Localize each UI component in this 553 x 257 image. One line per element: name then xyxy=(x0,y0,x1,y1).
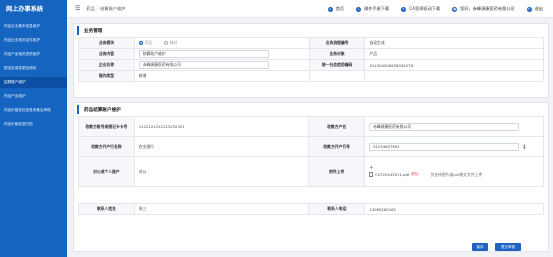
biz-type-radio-group: 药品 耗材 xyxy=(133,37,310,49)
contact-phone-value: 13069260182 xyxy=(364,203,544,215)
company-label: 企业名称 xyxy=(78,59,135,71)
contact-table: 联系人姓名 张三 联系人电话 13069260182 xyxy=(78,203,544,215)
sidebar-item-product-maint[interactable]: 药品产品维护 xyxy=(0,91,67,102)
bank-no-stepper[interactable]: ▲ ▼ xyxy=(523,143,525,150)
app-logo: 网上办事系统 xyxy=(0,0,67,18)
business-panel: 业务管理 业务模块 药品 耗材 业务流程编号 自动生成 业务内容 结算账户维护 … xyxy=(73,23,549,98)
account-panel: 药品结算账户维护 收款方账号或借记卡卡号 1212121212123232321… xyxy=(73,102,549,252)
nav-manual-download[interactable]: ↓ 操作手册下载 xyxy=(356,6,389,12)
sidebar-item-price-archive[interactable]: 药品价格信息归档 xyxy=(0,119,67,130)
bank-no-label: 收款方开户行号 xyxy=(308,136,366,157)
nav-ca-download[interactable]: ✦ CA签章驱动下载 xyxy=(401,6,440,12)
contact-name-value: 张三 xyxy=(133,203,310,215)
bank-no-field[interactable]: 01234657691 xyxy=(369,142,520,151)
file-icon xyxy=(369,172,374,177)
account-kind-label: 对公或个人账户 xyxy=(78,156,135,187)
save-button[interactable]: 保存 xyxy=(472,243,488,251)
biz-content-label: 业务内容 xyxy=(78,48,135,60)
sidebar-item-settlement-account[interactable]: 结算账户维护 xyxy=(0,77,67,88)
nav-user[interactable]: ● 您好，赤峰源康医药有限公司 xyxy=(452,6,515,12)
sidebar-item-delivery-area[interactable]: 配送区域变更及授权 xyxy=(0,63,67,74)
user-icon: ● xyxy=(452,6,458,12)
account-table: 收款方账号或借记卡卡号 1212121212123232321 收款方户名 赤峰… xyxy=(78,116,544,187)
attachment-hint: 仅支持图片或pdf格式文件上传 xyxy=(430,171,483,177)
top-bar: 网上办事系统 ☰ 药品 / 结算账户维护 ⌂ 首页 ↓ 操作手册下载 ✦ CA签章驱动下载… xyxy=(0,0,553,18)
home-icon: ⌂ xyxy=(327,6,333,12)
biz-no-label: 业务流程编号 xyxy=(308,37,366,49)
receiver-name-label: 收款方户名 xyxy=(308,116,366,137)
add-attachment-icon[interactable]: + xyxy=(369,165,539,171)
attachment-label: 附件上传 xyxy=(308,156,366,187)
business-title: 业务管理 xyxy=(77,26,548,35)
account-kind-value: 对公 xyxy=(133,156,310,187)
receiver-name-field[interactable]: 赤峰源康医药有限公司 xyxy=(369,122,520,131)
biz-type-option-drug[interactable]: 药品 xyxy=(138,40,152,45)
biz-type-label: 业务模块 xyxy=(78,37,135,49)
attachment-delete-button[interactable]: 删除 xyxy=(411,172,418,177)
biz-no-value: 自动生成 xyxy=(364,37,544,49)
top-nav: ⌂ 首页 ↓ 操作手册下载 ✦ CA签章驱动下载 ● 您好，赤峰源康医药有限公司 ⏻ 退出 xyxy=(316,0,543,18)
credit-code-value: 91150402692855427D xyxy=(364,59,544,71)
sidebar: 药品企业基本信息维护 药品企业相关证件维护 药品产品相关资质维护 配送区域变更及… xyxy=(0,18,67,257)
breadcrumb-home[interactable]: 药品 xyxy=(86,6,94,11)
bank-name-value: 农业银行 xyxy=(133,136,310,157)
download-icon: ↓ xyxy=(356,6,362,12)
contact-phone-label: 联系人电话 xyxy=(308,203,366,215)
menu-toggle-icon[interactable]: ☰ xyxy=(75,5,80,12)
breadcrumb-current: 结算账户维护 xyxy=(100,5,126,11)
nav-home[interactable]: ⌂ 首页 xyxy=(327,6,344,12)
biz-object-value: 产品 xyxy=(364,48,544,60)
radio-icon xyxy=(138,41,143,45)
receiver-account-value: 1212121212123232321 xyxy=(133,116,310,137)
main-content: 业务管理 业务模块 药品 耗材 业务流程编号 自动生成 业务内容 结算账户维护 … xyxy=(67,18,553,257)
op-type-value: 新增 xyxy=(133,70,310,82)
receiver-account-label: 收款方账号或借记卡卡号 xyxy=(78,116,135,137)
radio-icon xyxy=(163,41,168,45)
sidebar-item-price-change[interactable]: 药品价格变化信息采集及审核 xyxy=(0,105,67,116)
account-title: 药品结算账户维护 xyxy=(77,105,548,114)
ca-icon: ✦ xyxy=(401,6,407,12)
business-table: 业务模块 药品 耗材 业务流程编号 自动生成 业务内容 结算账户维护 业务对象 … xyxy=(78,37,544,82)
op-type-label: 操作类型 xyxy=(78,70,135,82)
sidebar-item-company-info[interactable]: 药品企业基本信息维护 xyxy=(0,21,67,32)
bank-name-label: 收款方开户行名称 xyxy=(78,136,135,157)
biz-type-option-consumable[interactable]: 耗材 xyxy=(163,40,177,45)
contact-name-label: 联系人姓名 xyxy=(78,203,135,215)
submit-review-button[interactable]: 提交审核 xyxy=(495,243,521,251)
biz-content-field[interactable]: 结算账户维护 xyxy=(138,50,269,58)
nav-logout[interactable]: ⏻ 退出 xyxy=(526,6,543,12)
attachment-filename[interactable]: CCF20245511.pdf xyxy=(375,172,409,177)
breadcrumb: 药品 / 结算账户维护 xyxy=(86,5,126,11)
attachment-file-row: CCF20245511.pdf 删除 仅支持图片或pdf格式文件上传 xyxy=(369,172,539,178)
power-icon: ⏻ xyxy=(526,6,532,12)
credit-code-label: 统一社会信用编码 xyxy=(308,59,366,71)
sidebar-item-product-quals[interactable]: 药品产品相关资质维护 xyxy=(0,49,67,60)
sidebar-item-company-certs[interactable]: 药品企业相关证件维护 xyxy=(0,35,67,46)
biz-object-label: 业务对象 xyxy=(308,48,366,60)
company-field[interactable]: 赤峰源康医药有限公司 xyxy=(138,61,269,69)
